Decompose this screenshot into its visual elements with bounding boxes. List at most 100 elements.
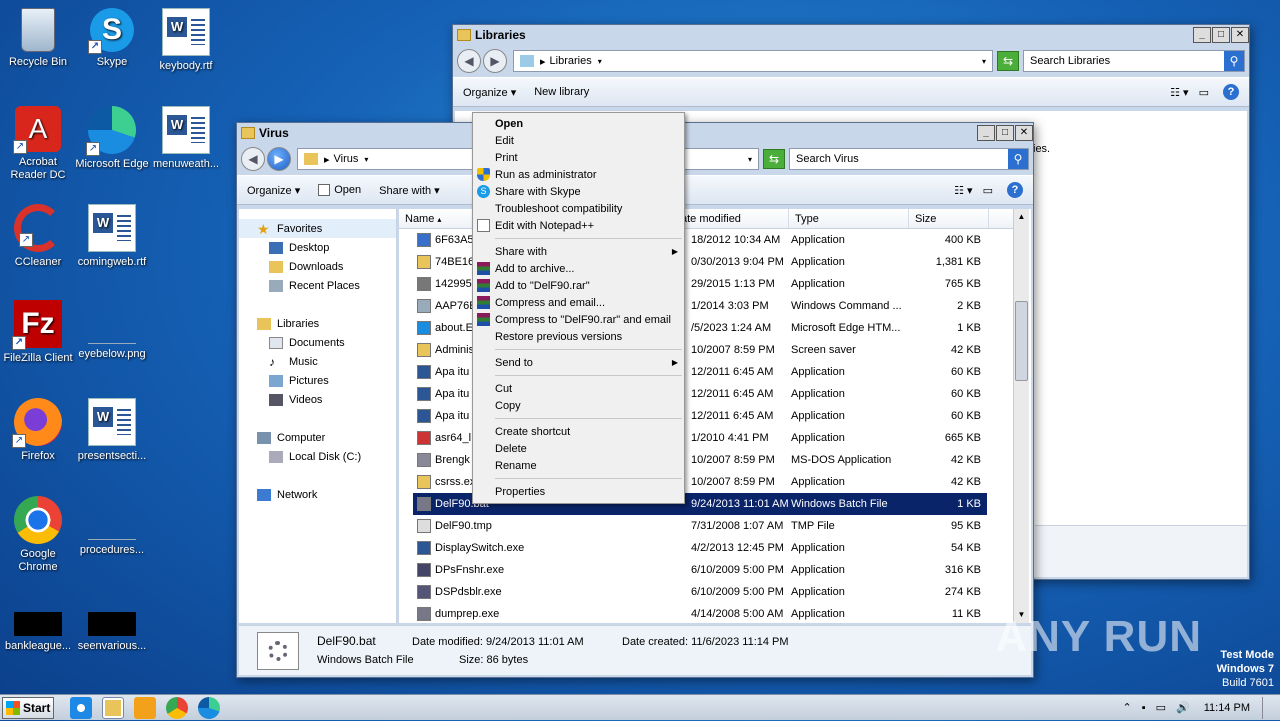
clock[interactable]: 11:14 PM <box>1204 702 1250 714</box>
refresh-button[interactable]: ⇆ <box>997 51 1019 71</box>
tray-icon-2[interactable]: ▭ <box>1156 701 1166 714</box>
table-row[interactable]: DSPdsblr.exe 6/10/2009 5:00 PM Application… <box>413 581 987 603</box>
desktop-icon-bankleague[interactable]: bankleague... <box>0 612 76 653</box>
nav-videos[interactable]: Videos <box>239 390 396 409</box>
menu-create-shortcut[interactable]: Create shortcut <box>473 423 684 440</box>
column-size[interactable]: Size <box>909 209 989 228</box>
table-row[interactable]: DelF90.tmp 7/31/2008 1:07 AM TMP File 95 KB <box>413 515 987 537</box>
forward-button[interactable]: ▶ <box>267 147 291 171</box>
organize-menu[interactable]: Organize ▾ <box>247 184 300 197</box>
back-button[interactable]: ◀ <box>457 49 481 73</box>
show-desktop-button[interactable] <box>1262 696 1272 719</box>
nav-computer[interactable]: Computer <box>239 428 396 447</box>
address-bar[interactable]: ▸ Libraries ▾ ▾ <box>513 50 993 72</box>
desktop-icon-menuweath[interactable]: menuweath... <box>148 106 224 171</box>
desktop-icon-edge[interactable]: ↗ Microsoft Edge <box>74 106 150 171</box>
nav-local-disk[interactable]: Local Disk (C:) <box>239 447 396 466</box>
desktop-icon-ccleaner[interactable]: ↗ CCleaner <box>0 204 76 269</box>
menu-share-with-skype[interactable]: S Share with Skype <box>473 183 684 200</box>
nav-downloads[interactable]: Downloads <box>239 257 396 276</box>
nav-desktop[interactable]: Desktop <box>239 238 396 257</box>
menu-add-to-archive[interactable]: Add to archive... <box>473 260 684 277</box>
column-date-modified[interactable]: ate modified <box>675 209 789 228</box>
menu-open[interactable]: Open <box>473 115 684 132</box>
show-hidden-icons[interactable]: ⌃ <box>1122 701 1131 714</box>
menu-rename[interactable]: Rename <box>473 457 684 474</box>
menu-restore-previous[interactable]: Restore previous versions <box>473 328 684 345</box>
desktop-icon-keybody[interactable]: keybody.rtf <box>148 8 224 73</box>
desktop-icon-chrome[interactable]: Google Chrome <box>0 496 76 574</box>
nav-music[interactable]: ♪ Music <box>239 352 396 371</box>
menu-run-as-admin[interactable]: Run as administrator <box>473 166 684 183</box>
search-input[interactable]: Search Libraries ⚲ <box>1023 50 1245 72</box>
table-row[interactable]: DisplaySwitch.exe 4/2/2013 12:45 PM Applic… <box>413 537 987 559</box>
context-menu[interactable]: Open Edit Print Run as administrator S Sh… <box>472 112 685 504</box>
share-with-menu[interactable]: Share with ▾ <box>379 184 440 197</box>
minimize-button[interactable]: _ <box>1193 27 1211 43</box>
nav-recent-places[interactable]: Recent Places <box>239 276 396 295</box>
desktop-icon-filezilla[interactable]: Fz ↗ FileZilla Client <box>0 300 76 365</box>
desktop-icon-firefox[interactable]: ↗ Firefox <box>0 398 76 463</box>
forward-button[interactable]: ▶ <box>483 49 507 73</box>
close-button[interactable]: ✕ <box>1231 27 1249 43</box>
nav-network[interactable]: Network <box>239 485 396 504</box>
refresh-button[interactable]: ⇆ <box>763 149 785 169</box>
menu-compress-email[interactable]: Compress and email... <box>473 294 684 311</box>
table-row[interactable]: dumprep.exe 4/14/2008 5:00 AM Application 1… <box>413 603 987 625</box>
chrome-icon[interactable] <box>166 696 188 719</box>
new-library-button[interactable]: New library <box>534 86 589 98</box>
nav-documents[interactable]: Documents <box>239 333 396 352</box>
desktop-icon-seenvarious[interactable]: seenvarious... <box>74 612 150 653</box>
libraries-titlebar[interactable]: Libraries _ □ ✕ <box>453 25 1249 45</box>
desktop-icon-procedures[interactable]: procedures... <box>74 496 150 557</box>
tray-icon-1[interactable]: ▪ <box>1142 702 1146 714</box>
search-icon[interactable]: ⚲ <box>1008 149 1028 169</box>
explorer-icon[interactable] <box>102 696 124 719</box>
view-options-icon[interactable]: ☷ ▾ <box>1170 86 1188 99</box>
menu-properties[interactable]: Properties <box>473 483 684 500</box>
internet-explorer-icon[interactable] <box>70 696 92 719</box>
scroll-thumb[interactable] <box>1015 301 1028 381</box>
nav-pictures[interactable]: Pictures <box>239 371 396 390</box>
volume-icon[interactable]: 🔊 <box>1176 701 1190 714</box>
nav-favorites[interactable]: ★ Favorites <box>239 219 396 238</box>
maximize-button[interactable]: □ <box>1212 27 1230 43</box>
organize-menu[interactable]: Organize ▾ <box>463 86 516 99</box>
preview-pane-icon[interactable]: ▭ <box>1199 86 1209 99</box>
column-type[interactable]: Type <box>789 209 909 228</box>
desktop-icon-acrobat[interactable]: A ↗ Acrobat Reader DC <box>0 106 76 182</box>
menu-send-to[interactable]: Send to ▶ <box>473 354 684 371</box>
menu-compress-to-rar-email[interactable]: Compress to "DelF90.rar" and email <box>473 311 684 328</box>
menu-share-with[interactable]: Share with ▶ <box>473 243 684 260</box>
menu-copy[interactable]: Copy <box>473 397 684 414</box>
nav-libraries[interactable]: Libraries <box>239 314 396 333</box>
close-button[interactable]: ✕ <box>1015 125 1033 141</box>
open-button[interactable]: Open <box>318 184 361 197</box>
menu-edit-notepadpp[interactable]: Edit with Notepad++ <box>473 217 684 234</box>
menu-print[interactable]: Print <box>473 149 684 166</box>
desktop-icon-skype[interactable]: S ↗ Skype <box>74 8 150 69</box>
scroll-up-arrow[interactable]: ▲ <box>1014 209 1029 225</box>
desktop-icon-eyebelow[interactable]: eyebelow.png <box>74 300 150 361</box>
menu-add-to-rar[interactable]: Add to "DelF90.rar" <box>473 277 684 294</box>
table-row[interactable]: DPsFnshr.exe 6/10/2009 5:00 PM Application… <box>413 559 987 581</box>
minimize-button[interactable]: _ <box>977 125 995 141</box>
menu-troubleshoot[interactable]: Troubleshoot compatibility <box>473 200 684 217</box>
search-input[interactable]: Search Virus ⚲ <box>789 148 1029 170</box>
start-button[interactable]: Start <box>2 696 54 719</box>
desktop-icon-recycle-bin[interactable]: Recycle Bin <box>0 8 76 69</box>
edge-icon[interactable] <box>198 696 220 719</box>
help-icon[interactable]: ? <box>1007 182 1023 198</box>
preview-pane-icon[interactable]: ▭ <box>983 184 993 197</box>
menu-cut[interactable]: Cut <box>473 380 684 397</box>
menu-delete[interactable]: Delete <box>473 440 684 457</box>
vertical-scrollbar[interactable]: ▲ ▼ <box>1013 209 1029 623</box>
back-button[interactable]: ◀ <box>241 147 265 171</box>
maximize-button[interactable]: □ <box>996 125 1014 141</box>
help-icon[interactable]: ? <box>1223 84 1239 100</box>
desktop-icon-comingweb[interactable]: comingweb.rtf <box>74 204 150 269</box>
view-options-icon[interactable]: ☷ ▾ <box>954 184 972 197</box>
search-icon[interactable]: ⚲ <box>1224 51 1244 71</box>
menu-edit[interactable]: Edit <box>473 132 684 149</box>
desktop-icon-presentsecti[interactable]: presentsecti... <box>74 398 150 463</box>
